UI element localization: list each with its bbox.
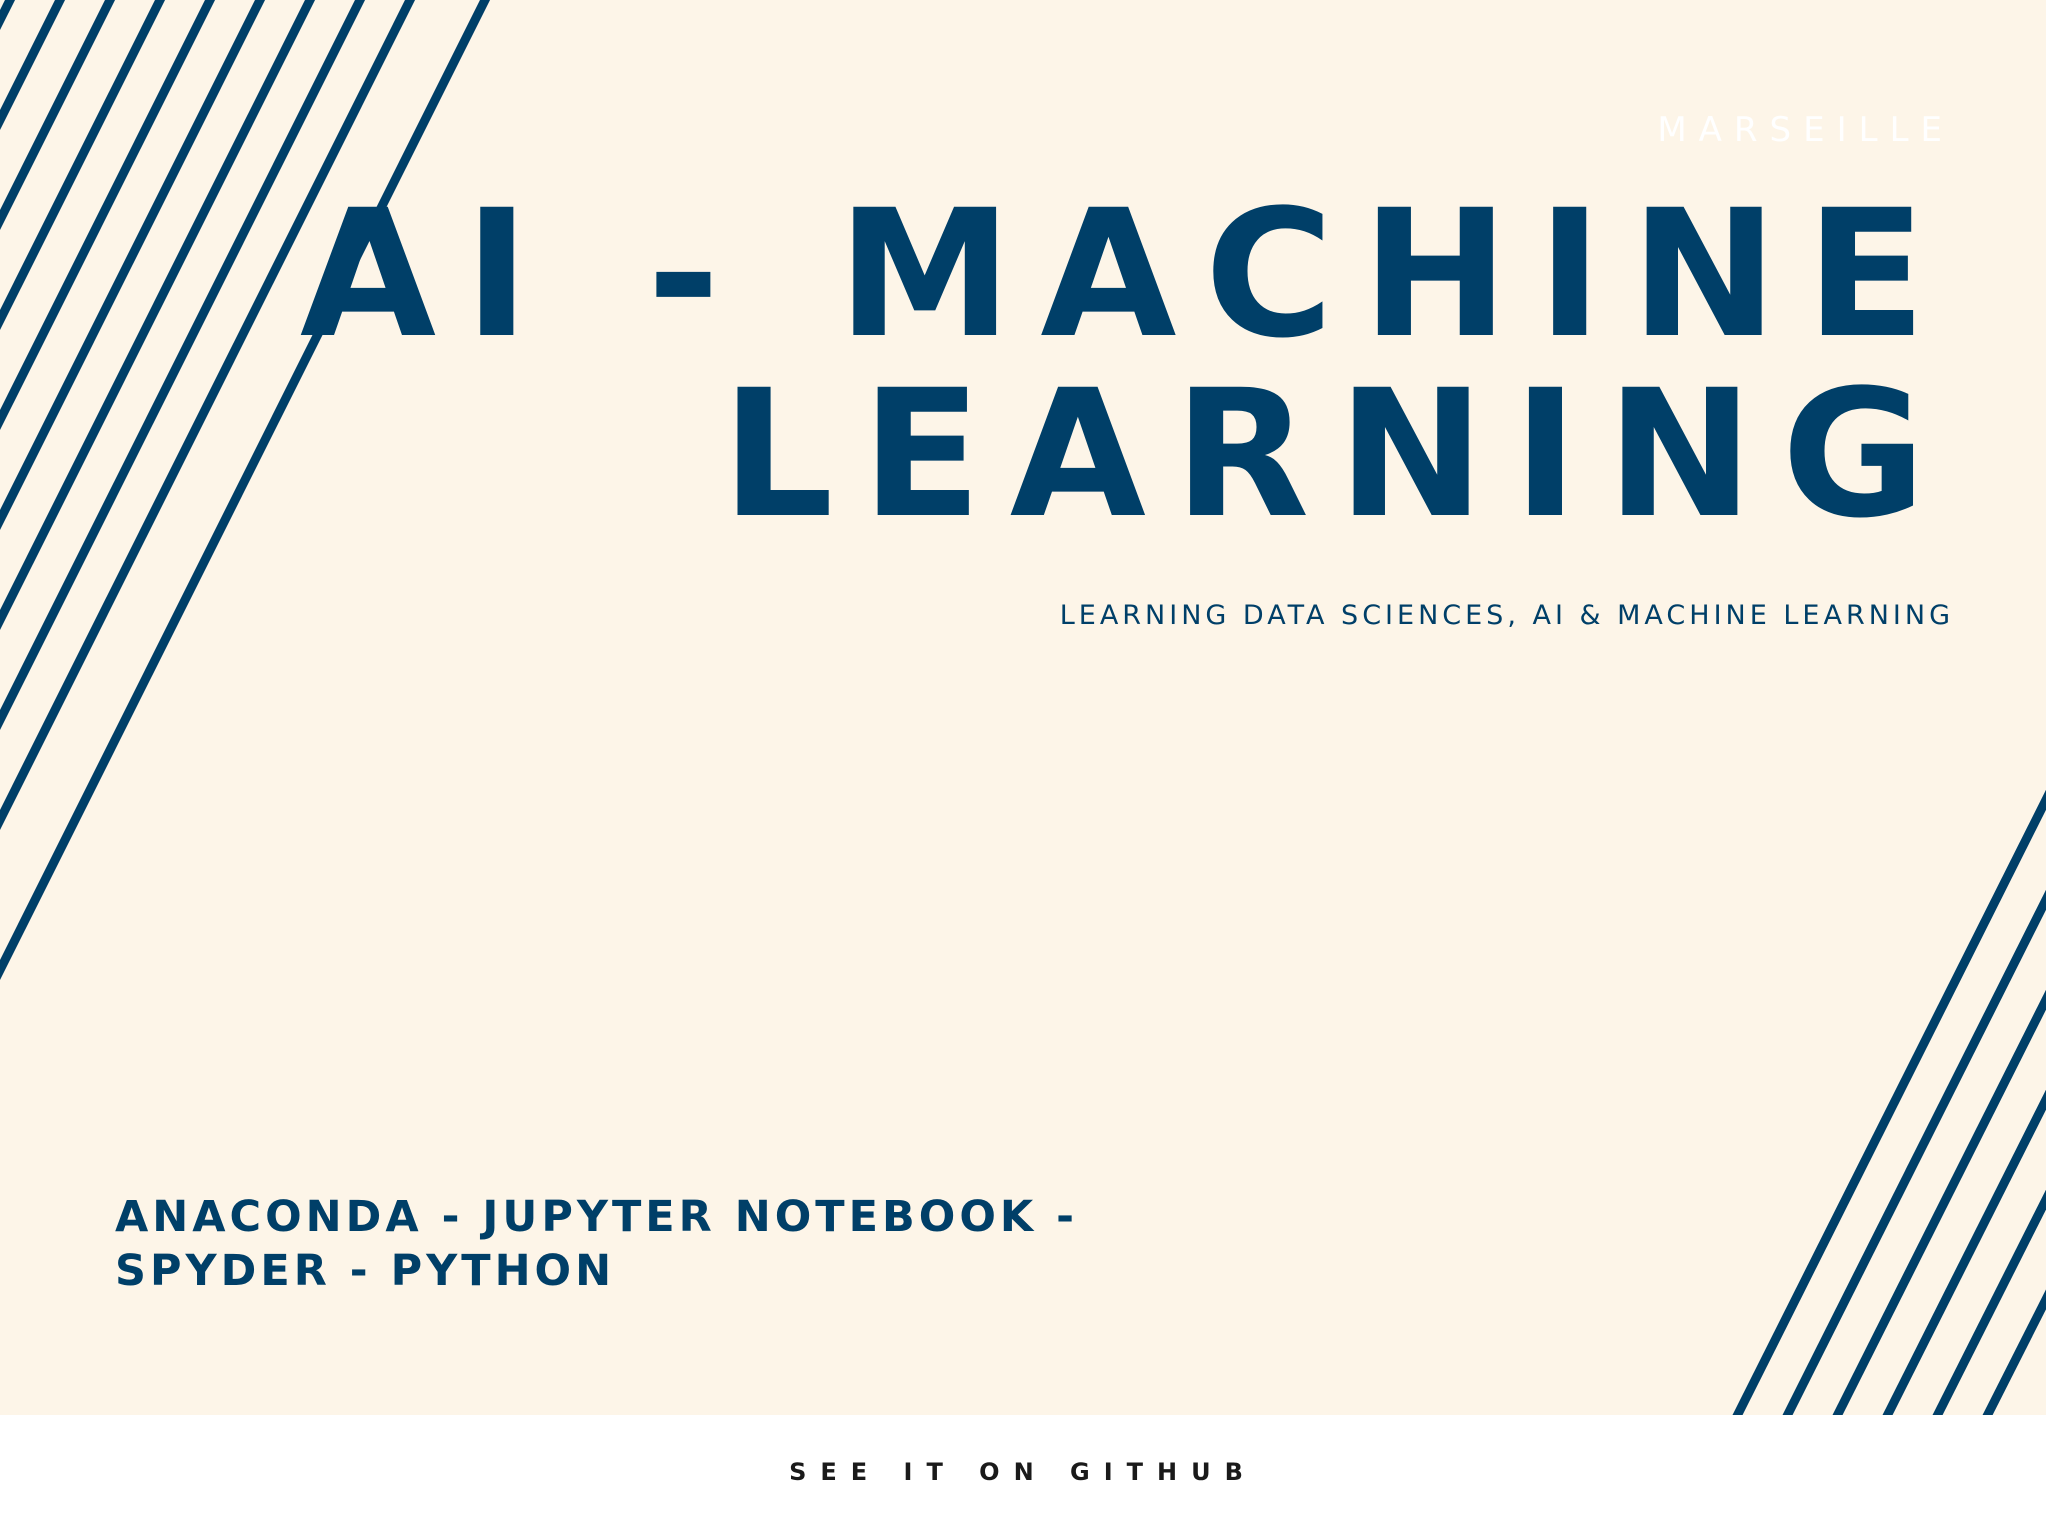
tools-line-1: ANACONDA - JUPYTER NOTEBOOK - xyxy=(115,1192,1079,1242)
page-title: AI - MACHINE LEARNING xyxy=(300,185,1954,545)
title-line-1: AI - MACHINE xyxy=(299,172,1954,377)
tools-line-2: SPYDER - PYTHON xyxy=(115,1246,616,1296)
footer: SEE IT ON GITHUB xyxy=(0,1415,2046,1534)
title-line-2: LEARNING xyxy=(721,352,1954,557)
tagline: LEARNING DATA SCIENCES, AI & MACHINE LEA… xyxy=(1059,600,1954,631)
hero-banner: MARSEILLE AI - MACHINE LEARNING LEARNING… xyxy=(0,0,2046,1415)
tools-list: ANACONDA - JUPYTER NOTEBOOK - SPYDER - P… xyxy=(115,1190,1078,1298)
location-label: MARSEILLE xyxy=(1657,110,1954,150)
stripes-right xyxy=(1732,789,2046,1415)
see-it-on-github-link[interactable]: SEE IT ON GITHUB xyxy=(0,1458,2046,1486)
